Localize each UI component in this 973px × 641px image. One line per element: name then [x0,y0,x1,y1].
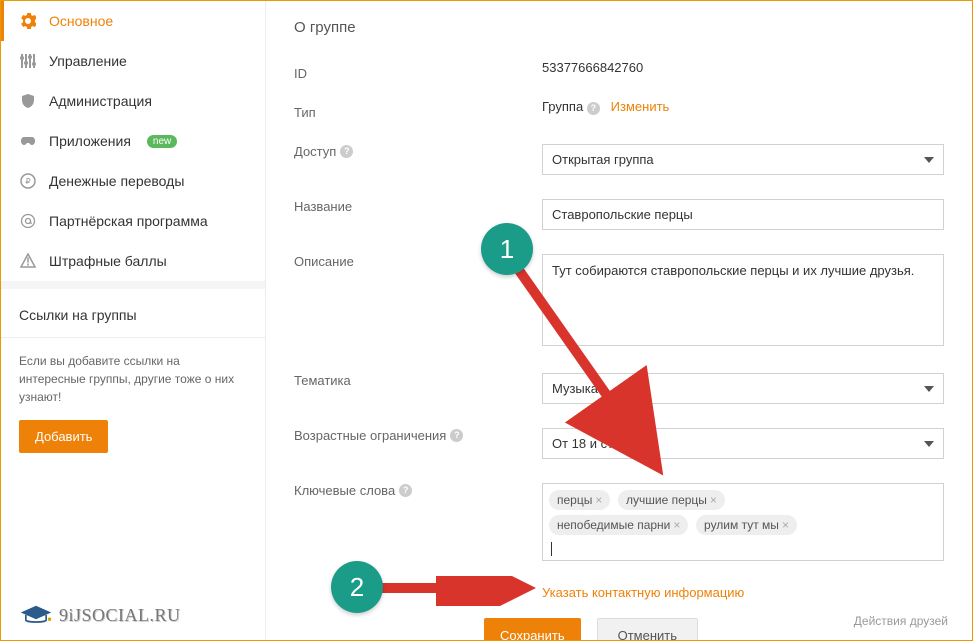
links-block: Ссылки на группы Если вы добавите ссылки… [1,281,265,471]
help-icon[interactable]: ? [399,484,412,497]
save-button[interactable]: Сохранить [484,618,581,640]
help-icon[interactable]: ? [587,102,600,115]
help-icon[interactable]: ? [450,429,463,442]
coin-icon: ₽ [19,172,37,190]
topic-label: Тематика [294,367,542,388]
keyword-tag[interactable]: лучшие перцы× [618,490,725,510]
name-label: Название [294,193,542,214]
warning-icon [19,252,37,270]
watermark-text: 9iJSOCIAL.RU [59,605,181,626]
sidebar-item-label: Приложения [49,133,131,149]
annotation-arrow [506,256,676,476]
remove-tag-icon[interactable]: × [782,518,789,532]
sidebar-item-label: Штрафные баллы [49,253,167,269]
keyword-tag[interactable]: перцы× [549,490,610,510]
links-block-text: Если вы добавите ссылки на интересные гр… [19,352,247,406]
keywords-input[interactable]: перцы× лучшие перцы× непобедимые парни× … [542,483,944,561]
nav-list: Основное Управление Администрация Прилож… [1,1,265,281]
sidebar-item-label: Партнёрская программа [49,213,208,229]
watermark-logo: 9iJSOCIAL.RU [19,604,181,626]
sidebar-item-apps[interactable]: Приложения new [1,121,265,161]
new-badge: new [147,135,177,148]
add-link-button[interactable]: Добавить [19,420,108,453]
cancel-button[interactable]: Отменить [597,618,698,640]
at-icon [19,212,37,230]
sidebar-item-manage[interactable]: Управление [1,41,265,81]
sidebar-item-label: Администрация [49,93,152,109]
age-label: Возрастные ограничения [294,428,446,443]
sidebar-item-label: Основное [49,13,113,29]
id-label: ID [294,60,542,81]
sidebar-item-money[interactable]: ₽ Денежные переводы [1,161,265,201]
sidebar-item-label: Управление [49,53,127,69]
help-icon[interactable]: ? [340,145,353,158]
type-label: Тип [294,99,542,120]
sidebar-item-label: Денежные переводы [49,173,184,189]
keyword-tag[interactable]: непобедимые парни× [549,515,688,535]
remove-tag-icon[interactable]: × [595,493,602,507]
sidebar-item-partner[interactable]: Партнёрская программа [1,201,265,241]
type-change-link[interactable]: Изменить [611,99,670,114]
sidebar-item-penalty[interactable]: Штрафные баллы [1,241,265,281]
access-select[interactable]: Открытая группа [542,144,944,175]
links-block-title: Ссылки на группы [19,307,247,323]
shield-icon [19,92,37,110]
page-title: О группе [294,19,944,36]
callout-2: 2 [331,561,383,613]
sliders-icon [19,52,37,70]
graduation-cap-icon [19,604,53,626]
sidebar-item-admin[interactable]: Администрация [1,81,265,121]
sidebar: Основное Управление Администрация Прилож… [1,1,266,640]
annotation-arrow [376,576,536,606]
footer-friends-actions[interactable]: Действия друзей [854,614,948,628]
remove-tag-icon[interactable]: × [710,493,717,507]
sidebar-item-main[interactable]: Основное [1,1,265,41]
remove-tag-icon[interactable]: × [673,518,680,532]
gear-icon [19,12,37,30]
type-value: Группа [542,99,583,114]
gamepad-icon [19,132,37,150]
id-value: 53377666842760 [542,60,944,75]
keyword-tag[interactable]: рулим тут мы× [696,515,797,535]
contact-info-link[interactable]: Указать контактную информацию [542,585,744,600]
keywords-label: Ключевые слова [294,483,395,498]
callout-1: 1 [481,223,533,275]
svg-text:₽: ₽ [25,177,30,186]
name-input[interactable] [542,199,944,230]
access-label: Доступ [294,144,336,159]
